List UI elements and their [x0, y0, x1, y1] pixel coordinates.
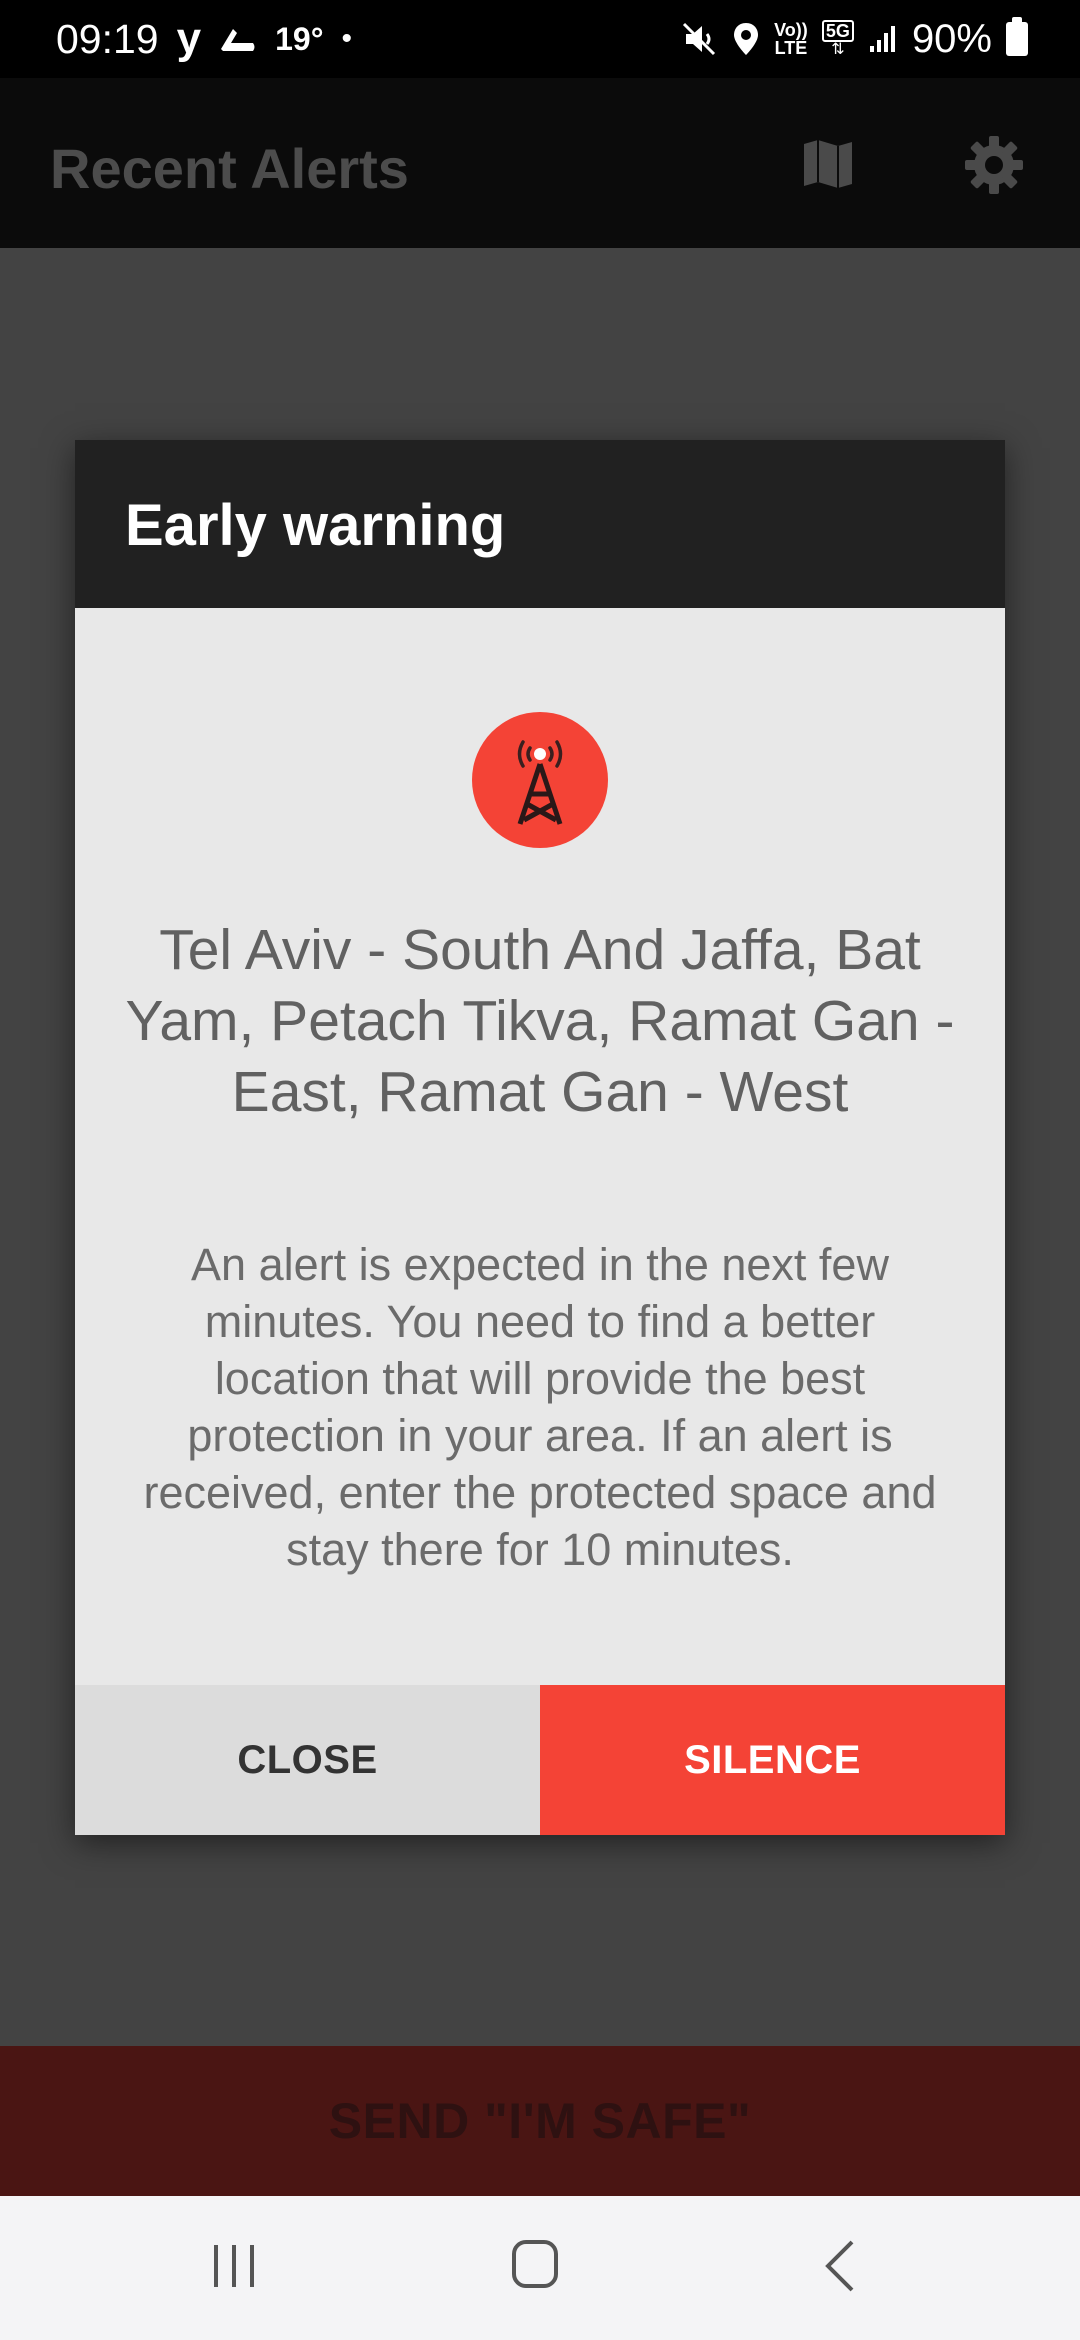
status-time: 09:19	[56, 15, 159, 62]
recents-icon[interactable]	[210, 2241, 258, 2291]
dialog-title: Early warning	[125, 493, 506, 558]
radio-tower-icon	[472, 712, 608, 848]
home-icon[interactable]	[510, 2238, 560, 2290]
back-icon[interactable]	[820, 2238, 860, 2294]
network-5g-icon: 5G ⇅	[821, 20, 854, 58]
status-temperature: 19°	[275, 20, 324, 57]
status-dot: •	[341, 22, 352, 55]
location-icon	[733, 23, 758, 55]
shoe-icon	[221, 29, 255, 51]
page-title: Recent Alerts	[50, 137, 409, 200]
send-safe-label: SEND "I'M SAFE"	[328, 2093, 752, 2149]
close-button[interactable]: CLOSE	[75, 1685, 540, 1835]
send-safe-button[interactable]: SEND "I'M SAFE"	[0, 2046, 1080, 2196]
battery-icon	[1006, 17, 1028, 56]
alert-cities: Tel Aviv - South And Jaffa, Bat Yam, Pet…	[125, 918, 955, 1124]
map-icon[interactable]	[800, 136, 856, 192]
silence-button-label: SILENCE	[684, 1737, 861, 1782]
early-warning-dialog: Early warning Tel Aviv - South And Jaffa…	[75, 440, 1005, 1835]
app-bar: Recent Alerts	[0, 78, 1080, 248]
alert-description: An alert is expected in the next few min…	[143, 1239, 937, 1575]
battery-percent: 90%	[911, 16, 992, 61]
silence-button[interactable]: SILENCE	[540, 1685, 1005, 1835]
mute-icon	[682, 22, 715, 56]
dialog-header: Early warning	[75, 440, 1005, 608]
signal-icon	[869, 26, 895, 52]
volte-icon: Vo)) LTE	[774, 20, 808, 58]
status-bar: 09:19 y 19° • Vo)) LTE 5G ⇅ 90%	[0, 0, 1080, 78]
carrier-icon: y	[176, 14, 202, 63]
gear-icon[interactable]	[963, 134, 1025, 196]
close-button-label: CLOSE	[237, 1737, 378, 1782]
navigation-bar	[0, 2196, 1080, 2340]
